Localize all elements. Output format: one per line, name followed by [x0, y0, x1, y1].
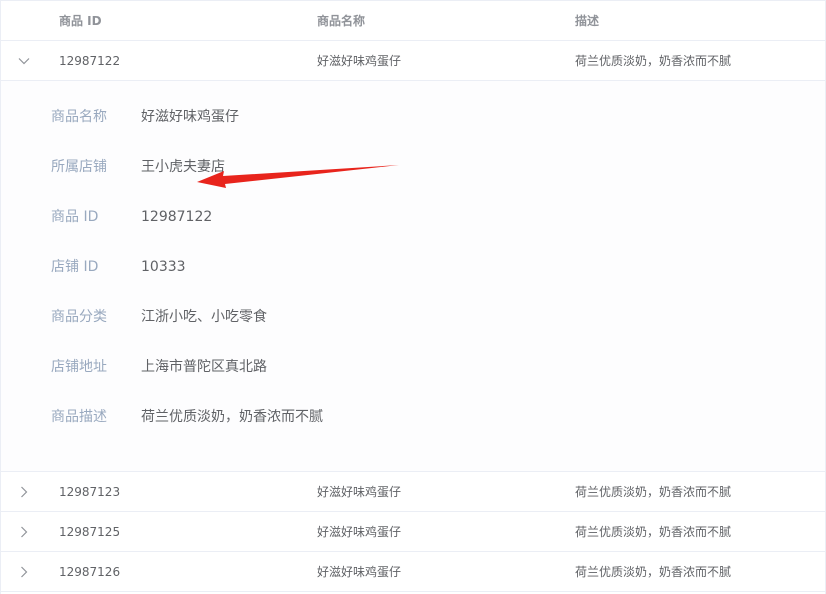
cell-id: 12987123	[59, 485, 121, 499]
column-header-name[interactable]: 商品名称	[317, 1, 365, 41]
detail-label: 商品 ID	[51, 209, 99, 225]
chevron-right-icon	[21, 486, 28, 498]
detail-item-category: 商品分类 江浙小吃、小吃零食	[51, 307, 267, 327]
detail-item-shop: 所属店铺 王小虎夫妻店	[51, 157, 225, 177]
table-header: 商品 ID 商品名称 描述	[1, 0, 825, 41]
expand-toggle[interactable]	[15, 524, 33, 540]
expand-toggle[interactable]	[15, 564, 33, 580]
detail-value: 荷兰优质淡奶，奶香浓而不腻	[141, 409, 323, 425]
cell-desc: 荷兰优质淡奶，奶香浓而不腻	[575, 54, 732, 68]
cell-desc: 荷兰优质淡奶，奶香浓而不腻	[575, 565, 732, 579]
detail-value: 好滋好味鸡蛋仔	[141, 109, 239, 125]
cell-desc: 荷兰优质淡奶，奶香浓而不腻	[575, 525, 732, 539]
detail-value: 上海市普陀区真北路	[141, 359, 267, 375]
detail-value: 江浙小吃、小吃零食	[141, 309, 267, 325]
table-row[interactable]: 12987126 好滋好味鸡蛋仔 荷兰优质淡奶，奶香浓而不腻	[1, 552, 825, 592]
detail-item-name: 商品名称 好滋好味鸡蛋仔	[51, 107, 239, 127]
cell-id: 12987125	[59, 525, 121, 539]
detail-item-description: 商品描述 荷兰优质淡奶，奶香浓而不腻	[51, 407, 323, 427]
detail-item-address: 店铺地址 上海市普陀区真北路	[51, 357, 267, 377]
detail-label: 所属店铺	[51, 159, 107, 175]
cell-id: 12987126	[59, 565, 121, 579]
table-row[interactable]: 12987123 好滋好味鸡蛋仔 荷兰优质淡奶，奶香浓而不腻	[1, 472, 825, 512]
chevron-right-icon	[21, 566, 28, 578]
chevron-down-icon	[18, 58, 30, 65]
detail-label: 店铺 ID	[51, 259, 99, 275]
detail-value: 12987122	[141, 209, 213, 225]
expand-toggle[interactable]	[15, 484, 33, 500]
column-header-desc[interactable]: 描述	[575, 1, 599, 41]
table-row[interactable]: 12987122 好滋好味鸡蛋仔 荷兰优质淡奶，奶香浓而不腻	[1, 41, 825, 81]
detail-value: 王小虎夫妻店	[141, 159, 225, 175]
expanded-row-detail: 商品名称 好滋好味鸡蛋仔 所属店铺 王小虎夫妻店 商品 ID 12987122 店铺 …	[1, 81, 825, 472]
cell-desc: 荷兰优质淡奶，奶香浓而不腻	[575, 485, 732, 499]
detail-label: 商品名称	[51, 109, 107, 125]
detail-label: 商品分类	[51, 309, 107, 325]
cell-name: 好滋好味鸡蛋仔	[317, 485, 402, 499]
column-header-id[interactable]: 商品 ID	[59, 1, 102, 41]
table-row[interactable]: 12987125 好滋好味鸡蛋仔 荷兰优质淡奶，奶香浓而不腻	[1, 512, 825, 552]
cell-name: 好滋好味鸡蛋仔	[317, 54, 402, 68]
detail-item-shop-id: 店铺 ID 10333	[51, 257, 186, 277]
cell-name: 好滋好味鸡蛋仔	[317, 565, 402, 579]
chevron-right-icon	[21, 526, 28, 538]
detail-value: 10333	[141, 259, 186, 275]
cell-name: 好滋好味鸡蛋仔	[317, 525, 402, 539]
detail-item-product-id: 商品 ID 12987122	[51, 207, 212, 227]
detail-label: 商品描述	[51, 409, 107, 425]
expandable-table: 商品 ID 商品名称 描述 12987122 好滋好味鸡蛋仔 荷兰优质淡奶，奶香…	[0, 0, 826, 594]
expand-toggle[interactable]	[15, 53, 33, 69]
cell-id: 12987122	[59, 54, 121, 68]
detail-label: 店铺地址	[51, 359, 107, 375]
